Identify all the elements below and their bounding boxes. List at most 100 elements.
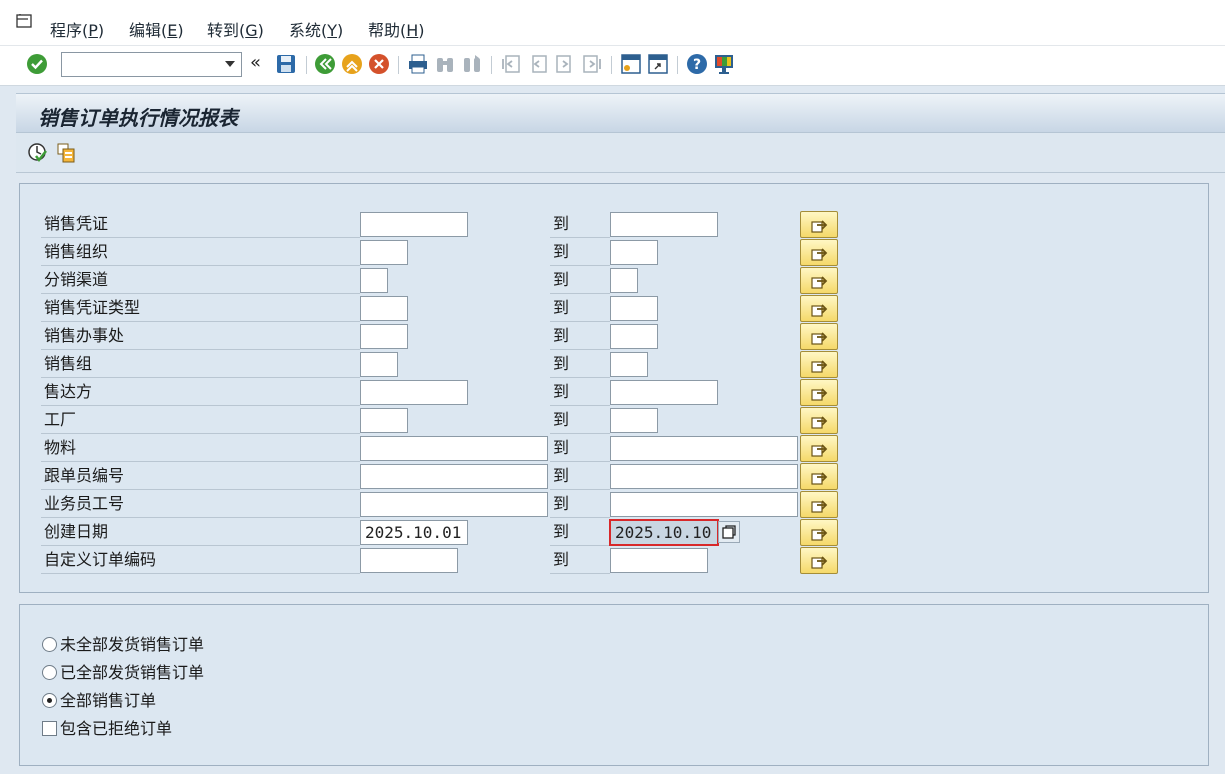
multiple-selection-button[interactable] xyxy=(800,211,838,238)
multiple-selection-button[interactable] xyxy=(800,239,838,266)
custom-order-code-high-input[interactable] xyxy=(610,548,708,573)
multiple-selection-arrow-icon xyxy=(811,528,828,541)
collapse-command-field-icon[interactable]: « xyxy=(250,52,264,74)
sales-org-low-input[interactable] xyxy=(360,240,408,265)
multiple-selection-arrow-icon xyxy=(811,444,828,457)
to-label: 到 xyxy=(550,492,610,518)
customize-layout-icon[interactable] xyxy=(713,53,735,75)
menu-help[interactable]: 帮助(H) xyxy=(368,17,425,41)
back-icon[interactable] xyxy=(314,53,336,75)
plant-low-input[interactable] xyxy=(360,408,408,433)
sales-org-high-input[interactable] xyxy=(610,240,658,265)
to-label: 到 xyxy=(550,296,610,322)
label-distribution-channel: 分销渠道 xyxy=(41,268,360,294)
salesman-id-low-input[interactable] xyxy=(360,492,548,517)
exit-icon[interactable] xyxy=(341,53,363,75)
sales-office-low-input[interactable] xyxy=(360,324,408,349)
label-sales-doc-type: 销售凭证类型 xyxy=(41,296,360,322)
multiple-selection-button[interactable] xyxy=(800,379,838,406)
multiple-selection-button[interactable] xyxy=(800,351,838,378)
toolbar-separator xyxy=(611,56,612,74)
to-label: 到 xyxy=(550,548,610,574)
multiple-selection-button[interactable] xyxy=(800,267,838,294)
multiple-selection-button[interactable] xyxy=(800,407,838,434)
previous-page-icon[interactable] xyxy=(527,53,549,75)
page-title: 销售订单执行情况报表 xyxy=(38,106,238,130)
get-variant-icon[interactable] xyxy=(56,142,78,164)
menu-goto[interactable]: 转到(G) xyxy=(207,17,264,41)
toolbar-separator xyxy=(491,56,492,74)
multiple-selection-button[interactable] xyxy=(800,519,838,546)
create-shortcut-icon[interactable] xyxy=(647,53,669,75)
multiple-selection-arrow-icon xyxy=(811,472,828,485)
calendar-help-icon[interactable] xyxy=(718,521,740,543)
multiple-selection-button[interactable] xyxy=(800,295,838,322)
radio-delivered[interactable]: 已全部发货销售订单 xyxy=(42,661,204,685)
custom-order-code-low-input[interactable] xyxy=(360,548,458,573)
multiple-selection-arrow-icon xyxy=(811,388,828,401)
salesman-id-high-input[interactable] xyxy=(610,492,798,517)
execute-icon[interactable] xyxy=(27,142,49,164)
create-session-icon[interactable] xyxy=(620,53,642,75)
radio-button[interactable] xyxy=(42,665,57,680)
multiple-selection-arrow-icon xyxy=(811,220,828,233)
to-label: 到 xyxy=(550,436,610,462)
enter-icon[interactable] xyxy=(26,53,48,75)
sales-document-high-input[interactable] xyxy=(610,212,718,237)
find-icon[interactable] xyxy=(434,53,456,75)
sold-to-party-high-input[interactable] xyxy=(610,380,718,405)
checkbox[interactable] xyxy=(42,721,57,736)
to-label: 到 xyxy=(550,212,610,238)
merchandiser-id-high-input[interactable] xyxy=(610,464,798,489)
creation-date-high-input[interactable]: 2025.10.10 xyxy=(609,519,719,546)
label-sales-document: 销售凭证 xyxy=(41,212,360,238)
to-label: 到 xyxy=(550,240,610,266)
last-page-icon[interactable] xyxy=(581,53,603,75)
menu-edit[interactable]: 编辑(E) xyxy=(129,17,184,41)
material-high-input[interactable] xyxy=(610,436,798,461)
sales-office-high-input[interactable] xyxy=(610,324,658,349)
sales-doc-type-low-input[interactable] xyxy=(360,296,408,321)
plant-high-input[interactable] xyxy=(610,408,658,433)
dropdown-arrow-icon[interactable] xyxy=(225,61,235,67)
menu-bar: 程序(P) 编辑(E) 转到(G) 系统(Y) 帮助(H) xyxy=(0,0,1225,46)
multiple-selection-arrow-icon xyxy=(811,332,828,345)
svg-text:?: ? xyxy=(693,57,701,73)
first-page-icon[interactable] xyxy=(500,53,522,75)
to-label: 到 xyxy=(550,268,610,294)
radio-button[interactable] xyxy=(42,637,57,652)
save-icon[interactable] xyxy=(275,53,297,75)
distribution-channel-high-input[interactable] xyxy=(610,268,638,293)
cancel-icon[interactable] xyxy=(368,53,390,75)
next-page-icon[interactable] xyxy=(554,53,576,75)
menu-program[interactable]: 程序(P) xyxy=(50,17,104,41)
sap-menu-icon[interactable] xyxy=(14,12,36,34)
radio-all-orders[interactable]: 全部销售订单 xyxy=(42,689,156,713)
material-low-input[interactable] xyxy=(360,436,548,461)
menu-system[interactable]: 系统(Y) xyxy=(289,17,343,41)
multiple-selection-button[interactable] xyxy=(800,435,838,462)
find-next-icon[interactable] xyxy=(461,53,483,75)
multiple-selection-button[interactable] xyxy=(800,491,838,518)
sales-doc-type-high-input[interactable] xyxy=(610,296,658,321)
sales-group-low-input[interactable] xyxy=(360,352,398,377)
multiple-selection-button[interactable] xyxy=(800,323,838,350)
label-merchandiser-id: 跟单员编号 xyxy=(41,464,360,490)
checkbox-include-rejected[interactable]: 包含已拒绝订单 xyxy=(42,717,172,741)
sold-to-party-low-input[interactable] xyxy=(360,380,468,405)
creation-date-low-input[interactable]: 2025.10.01 xyxy=(360,520,468,545)
sales-group-high-input[interactable] xyxy=(610,352,648,377)
command-field[interactable] xyxy=(61,52,242,77)
radio-undelivered[interactable]: 未全部发货销售订单 xyxy=(42,633,204,657)
merchandiser-id-low-input[interactable] xyxy=(360,464,548,489)
label-material: 物料 xyxy=(41,436,360,462)
multiple-selection-button[interactable] xyxy=(800,547,838,574)
print-icon[interactable] xyxy=(407,53,429,75)
sales-document-low-input[interactable] xyxy=(360,212,468,237)
help-icon[interactable]: ? xyxy=(686,53,708,75)
radio-button-selected[interactable] xyxy=(42,693,57,708)
distribution-channel-low-input[interactable] xyxy=(360,268,388,293)
label-sales-group: 销售组 xyxy=(41,352,360,378)
multiple-selection-button[interactable] xyxy=(800,463,838,490)
application-toolbar xyxy=(16,133,1225,173)
